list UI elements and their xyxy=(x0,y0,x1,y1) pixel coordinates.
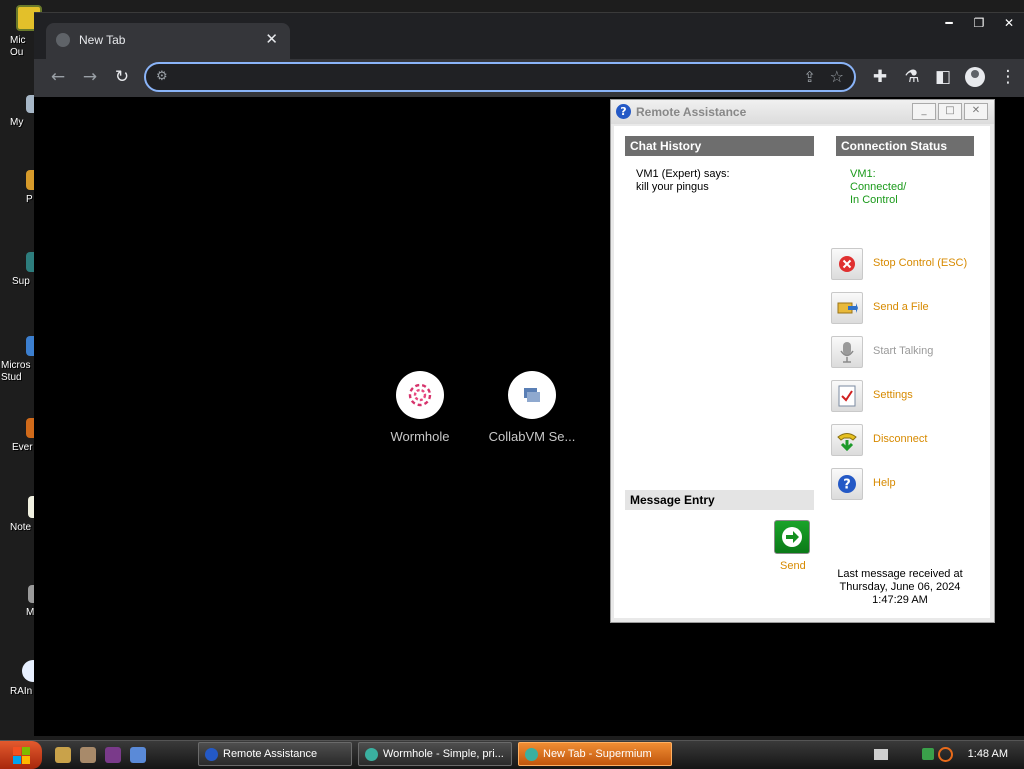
last-message-line: Thursday, June 06, 2024 xyxy=(839,581,961,593)
search-tray-icon[interactable] xyxy=(938,747,953,762)
bookmark-star-icon[interactable]: ☆ xyxy=(830,67,844,86)
chat-history: VM1 (Expert) says: kill your pingus xyxy=(636,168,730,194)
chat-history-header: Chat History xyxy=(625,136,814,156)
settings-label: Settings xyxy=(873,389,913,401)
help-question-icon xyxy=(205,748,218,761)
connection-status-header: Connection Status xyxy=(836,136,974,156)
quicklaunch-icon-4[interactable] xyxy=(130,747,146,763)
send-file-label: Send a File xyxy=(873,301,929,313)
back-icon[interactable]: ← xyxy=(48,67,68,87)
connection-status: VM1: Connected/ In Control xyxy=(850,168,906,207)
stop-icon xyxy=(831,248,863,280)
extensions-icon[interactable]: ✚ xyxy=(870,67,890,87)
windows-flag-icon xyxy=(13,747,30,764)
settings-button[interactable]: Settings xyxy=(831,380,981,412)
chat-line: kill your pingus xyxy=(636,181,709,193)
supermium-icon xyxy=(525,748,538,761)
help-question-icon: ? xyxy=(616,104,631,119)
ra-maximize-button[interactable]: □ xyxy=(938,103,962,120)
stop-control-label: Stop Control (ESC) xyxy=(873,257,968,269)
taskbar-item-label: Wormhole - Simple, pri... xyxy=(383,748,504,760)
message-entry-header: Message Entry xyxy=(625,490,814,510)
send-arrow-icon xyxy=(782,527,802,547)
help-label: Help xyxy=(873,477,896,489)
ra-window-controls: _ □ ✕ xyxy=(912,103,988,120)
collabvm-icon xyxy=(508,371,556,419)
quicklaunch-icon-2[interactable] xyxy=(80,747,96,763)
supermium-icon xyxy=(365,748,378,761)
remote-assistance-window: ? Remote Assistance _ □ ✕ Chat History V… xyxy=(610,99,995,623)
system-tray: 1:48 AM xyxy=(874,741,1024,769)
address-input[interactable] xyxy=(182,68,766,88)
last-message-line: 1:47:29 AM xyxy=(872,594,928,606)
start-button[interactable] xyxy=(0,741,42,769)
browser-toolbar: ← → ↻ ⚙ ⇪ ☆ ✚ ⚗ ◧ ⋮ xyxy=(34,59,1024,97)
send-button[interactable] xyxy=(774,520,810,554)
last-message-line: Last message received at xyxy=(837,568,963,580)
send-file-icon xyxy=(831,292,863,324)
last-message-info: Last message received at Thursday, June … xyxy=(828,568,972,607)
profile-avatar-icon[interactable] xyxy=(965,67,985,87)
close-tab-icon[interactable]: ✕ xyxy=(265,30,278,48)
taskbar-item-wormhole[interactable]: Wormhole - Simple, pri... xyxy=(358,742,512,766)
globe-icon xyxy=(56,33,70,47)
help-icon: ? xyxy=(831,468,863,500)
help-button[interactable]: ? Help xyxy=(831,468,981,500)
send-label[interactable]: Send xyxy=(780,560,806,572)
close-window-button[interactable]: ✕ xyxy=(994,13,1024,33)
status-line: In Control xyxy=(850,194,898,206)
start-talking-label: Start Talking xyxy=(873,345,934,357)
chat-line: VM1 (Expert) says: xyxy=(636,168,730,180)
site-info-icon[interactable]: ⚙ xyxy=(156,69,168,84)
forward-icon[interactable]: → xyxy=(80,67,100,87)
ra-title: Remote Assistance xyxy=(636,105,747,119)
taskbar-item-new-tab[interactable]: New Tab - Supermium xyxy=(518,742,672,766)
ra-minimize-button[interactable]: _ xyxy=(912,103,936,120)
menu-kebab-icon[interactable]: ⋮ xyxy=(998,67,1018,87)
taskbar-item-remote-assistance[interactable]: Remote Assistance xyxy=(198,742,352,766)
svg-text:?: ? xyxy=(843,478,851,493)
taskbar-item-label: New Tab - Supermium xyxy=(543,748,652,760)
taskbar-item-label: Remote Assistance xyxy=(223,748,318,760)
send-file-button[interactable]: Send a File xyxy=(831,292,981,324)
wormhole-icon xyxy=(396,371,444,419)
side-panel-icon[interactable]: ◧ xyxy=(933,67,953,87)
start-talking-button[interactable]: Start Talking xyxy=(831,336,981,368)
quicklaunch-icon-1[interactable] xyxy=(55,747,71,763)
shortcut-collabvm[interactable]: CollabVM Se... xyxy=(482,371,582,444)
minimize-button[interactable]: ━ xyxy=(934,13,964,33)
settings-checklist-icon xyxy=(831,380,863,412)
window-controls: ━ ❐ ✕ xyxy=(934,13,1024,33)
quicklaunch-icon-3[interactable] xyxy=(105,747,121,763)
shortcut-label: CollabVM Se... xyxy=(488,429,576,444)
tab-title: New Tab xyxy=(79,33,126,47)
shortcut-wormhole[interactable]: Wormhole xyxy=(370,371,470,444)
microphone-icon xyxy=(831,336,863,368)
shortcut-label: Wormhole xyxy=(390,429,450,444)
tab-new-tab[interactable]: New Tab ✕ xyxy=(46,23,290,59)
status-line: VM1: xyxy=(850,168,876,180)
maximize-button[interactable]: ❐ xyxy=(964,13,994,33)
stop-control-button[interactable]: Stop Control (ESC) xyxy=(831,248,981,280)
ra-close-button[interactable]: ✕ xyxy=(964,103,988,120)
address-bar[interactable]: ⚙ ⇪ ☆ xyxy=(144,62,856,92)
labs-flask-icon[interactable]: ⚗ xyxy=(902,67,922,87)
disconnect-label: Disconnect xyxy=(873,433,928,445)
disconnect-phone-icon xyxy=(831,424,863,456)
taskbar: Remote Assistance Wormhole - Simple, pri… xyxy=(0,740,1024,769)
disconnect-button[interactable]: Disconnect xyxy=(831,424,981,456)
ra-titlebar[interactable]: ? Remote Assistance _ □ ✕ xyxy=(611,100,994,124)
status-line: Connected/ xyxy=(850,181,907,193)
reload-icon[interactable]: ↻ xyxy=(112,67,132,87)
ra-body: Chat History VM1 (Expert) says: kill you… xyxy=(614,126,990,618)
tab-strip: New Tab ✕ ━ ❐ ✕ xyxy=(34,13,1024,59)
clock[interactable]: 1:48 AM xyxy=(968,748,1008,760)
share-icon[interactable]: ⇪ xyxy=(803,68,816,86)
network-tray-icon[interactable] xyxy=(922,748,934,760)
